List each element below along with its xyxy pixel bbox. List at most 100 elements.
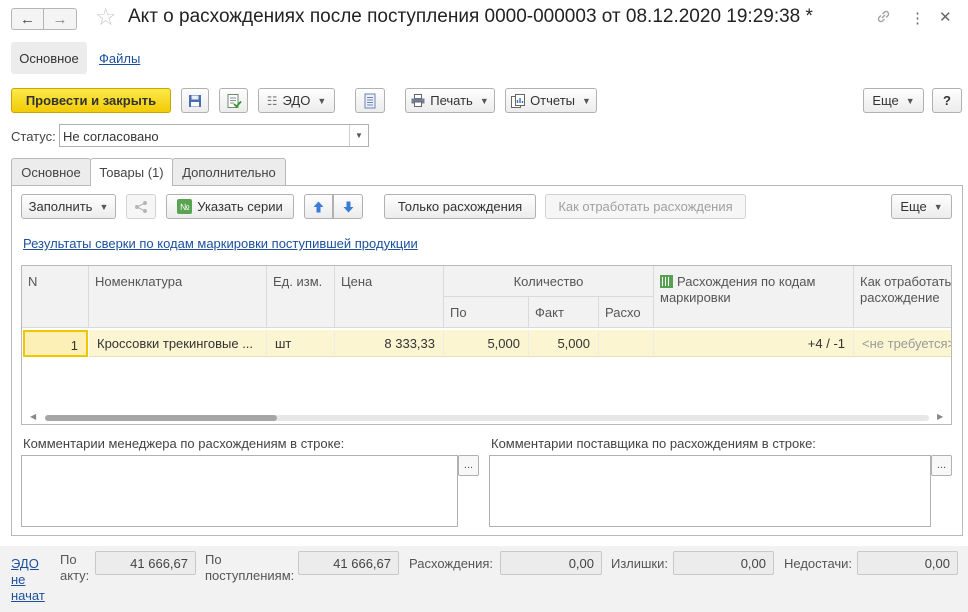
tab-main[interactable]: Основное	[11, 158, 91, 185]
manager-comment-open-button[interactable]: ...	[458, 455, 479, 476]
action-header-line2: расхождение	[860, 290, 940, 305]
more-vertical-icon[interactable]: ⋮	[910, 9, 925, 27]
forward-button[interactable]: →	[44, 8, 77, 30]
chevron-down-icon: ▼	[933, 201, 943, 212]
horizontal-scrollbar[interactable]	[45, 415, 929, 421]
how-to-resolve-button[interactable]: Как отработать расхождения	[545, 194, 746, 219]
section-tab-files[interactable]: Файлы	[99, 51, 140, 66]
edo-label: ЭДО	[282, 93, 311, 108]
col-header-qty-fact[interactable]: Факт	[529, 297, 599, 328]
window-title: Акт о расхождениях после поступления 000…	[128, 6, 813, 27]
arrow-right-icon: →	[52, 10, 68, 28]
marking-results-link[interactable]: Результаты сверки по кодам маркировки по…	[23, 236, 418, 251]
scrollbar-thumb[interactable]	[45, 415, 277, 421]
cell-price[interactable]: 8 333,33	[335, 330, 444, 357]
chevron-down-icon: ▼	[317, 95, 327, 106]
manager-comment-label: Комментарии менеджера по расхождениям в …	[23, 436, 345, 451]
marking-header-line1: Расхождения по кодам	[677, 274, 816, 289]
status-select[interactable]: Не согласовано ▼	[59, 124, 369, 147]
specify-series-label: Указать серии	[197, 199, 283, 214]
shortage-total: 0,00	[857, 551, 958, 575]
shortage-label: Недостачи:	[784, 556, 853, 571]
tab-additional[interactable]: Дополнительно	[172, 158, 286, 185]
manager-comment-field[interactable]	[21, 455, 458, 527]
section-tab-main[interactable]: Основное	[11, 42, 87, 74]
goods-more-menu-button[interactable]: Еще ▼	[891, 194, 952, 219]
col-header-qty-discrepancy[interactable]: Расхо	[599, 297, 654, 328]
fill-menu-button[interactable]: Заполнить ▼	[21, 194, 116, 219]
fill-label: Заполнить	[28, 199, 93, 214]
arrow-left-icon: ←	[20, 10, 35, 28]
chevron-down-icon: ▼	[582, 95, 591, 106]
marking-header-line2: маркировки	[660, 290, 731, 305]
chevron-down-icon[interactable]: ▼	[349, 125, 368, 146]
col-header-price[interactable]: Цена	[335, 266, 444, 328]
post-and-close-button[interactable]: Провести и закрыть	[11, 88, 171, 113]
printer-icon	[411, 94, 425, 107]
cell-marking-discrepancy[interactable]: +4 / -1	[654, 330, 854, 357]
close-icon[interactable]: ✕	[939, 8, 952, 26]
save-button[interactable]	[181, 88, 209, 113]
chevron-down-icon: ▼	[905, 95, 915, 106]
scroll-left-icon[interactable]: ◀	[30, 412, 36, 421]
scroll-right-icon[interactable]: ▶	[937, 412, 943, 421]
edo-menu-button[interactable]: ☷ ЭДО ▼	[258, 88, 335, 113]
col-header-unit[interactable]: Ед. изм.	[267, 266, 335, 328]
col-header-nomenclature[interactable]: Номенклатура	[89, 266, 267, 328]
reports-menu-button[interactable]: Отчеты ▼	[505, 88, 597, 113]
cell-n[interactable]: 1	[23, 330, 88, 357]
help-button[interactable]: ?	[932, 88, 962, 113]
surplus-total: 0,00	[673, 551, 774, 575]
related-documents-button[interactable]	[355, 88, 385, 113]
more-menu-button[interactable]: Еще ▼	[863, 88, 924, 113]
back-button[interactable]: ←	[11, 8, 44, 30]
col-header-quantity[interactable]: Количество	[444, 266, 654, 297]
col-header-action[interactable]: Как отработать расхождение	[854, 266, 951, 328]
reports-label: Отчеты	[530, 93, 575, 108]
move-down-button[interactable]	[333, 194, 363, 219]
by-receipt-label: По поступлениям:	[205, 552, 294, 584]
favorite-star-icon[interactable]: ☆	[95, 4, 117, 32]
discrepancies-total: 0,00	[500, 551, 602, 575]
supplier-comment-open-button[interactable]: ...	[931, 455, 952, 476]
cell-nomenclature[interactable]: Кроссовки трекинговые ...	[89, 330, 267, 357]
print-menu-button[interactable]: Печать ▼	[405, 88, 495, 113]
edo-status-line2: не	[11, 572, 26, 587]
share-button[interactable]	[126, 194, 156, 219]
col-header-qty-doc[interactable]: По	[444, 297, 529, 328]
specify-series-button[interactable]: № Указать серии	[166, 194, 294, 219]
arrow-down-icon	[343, 201, 353, 212]
edo-status-line1: ЭДО	[11, 556, 39, 571]
supplier-comment-field[interactable]	[489, 455, 931, 527]
by-receipt-label-line2: поступлениям:	[205, 568, 295, 583]
post-button[interactable]	[219, 88, 248, 113]
tab-goods[interactable]: Товары (1)	[90, 158, 173, 186]
chevron-down-icon: ▼	[479, 95, 489, 106]
by-act-label: По акту:	[60, 552, 89, 584]
arrow-up-icon	[313, 201, 324, 212]
discrepancies-label: Расхождения:	[409, 556, 494, 571]
move-up-button[interactable]	[304, 194, 333, 219]
save-icon	[189, 94, 201, 107]
col-header-marking[interactable]: Расхождения по кодам маркировки	[654, 266, 854, 328]
cell-qty-doc[interactable]: 5,000	[444, 330, 529, 357]
goods-table[interactable]: N Номенклатура Ед. изм. Цена Количество …	[21, 265, 952, 425]
cell-qty-fact[interactable]: 5,000	[529, 330, 599, 357]
chevron-down-icon: ▼	[99, 201, 109, 212]
post-document-icon	[227, 93, 242, 108]
by-act-total: 41 666,67	[95, 551, 196, 575]
report-icon	[511, 93, 526, 108]
cell-action[interactable]: <не требуется>	[854, 330, 951, 357]
cell-qty-discrepancy[interactable]	[599, 330, 654, 357]
cell-unit[interactable]: шт	[267, 330, 335, 357]
share-icon	[135, 200, 147, 213]
link-icon[interactable]	[875, 8, 892, 29]
by-act-label-line1: По	[60, 552, 77, 567]
by-receipt-total: 41 666,67	[298, 551, 399, 575]
status-value: Не согласовано	[63, 129, 159, 144]
number-sign-icon: №	[177, 199, 193, 214]
only-discrepancies-button[interactable]: Только расхождения	[384, 194, 536, 219]
edo-status-link[interactable]: ЭДО не начат	[11, 556, 45, 604]
document-list-icon	[364, 93, 376, 108]
col-header-n[interactable]: N	[22, 266, 89, 328]
